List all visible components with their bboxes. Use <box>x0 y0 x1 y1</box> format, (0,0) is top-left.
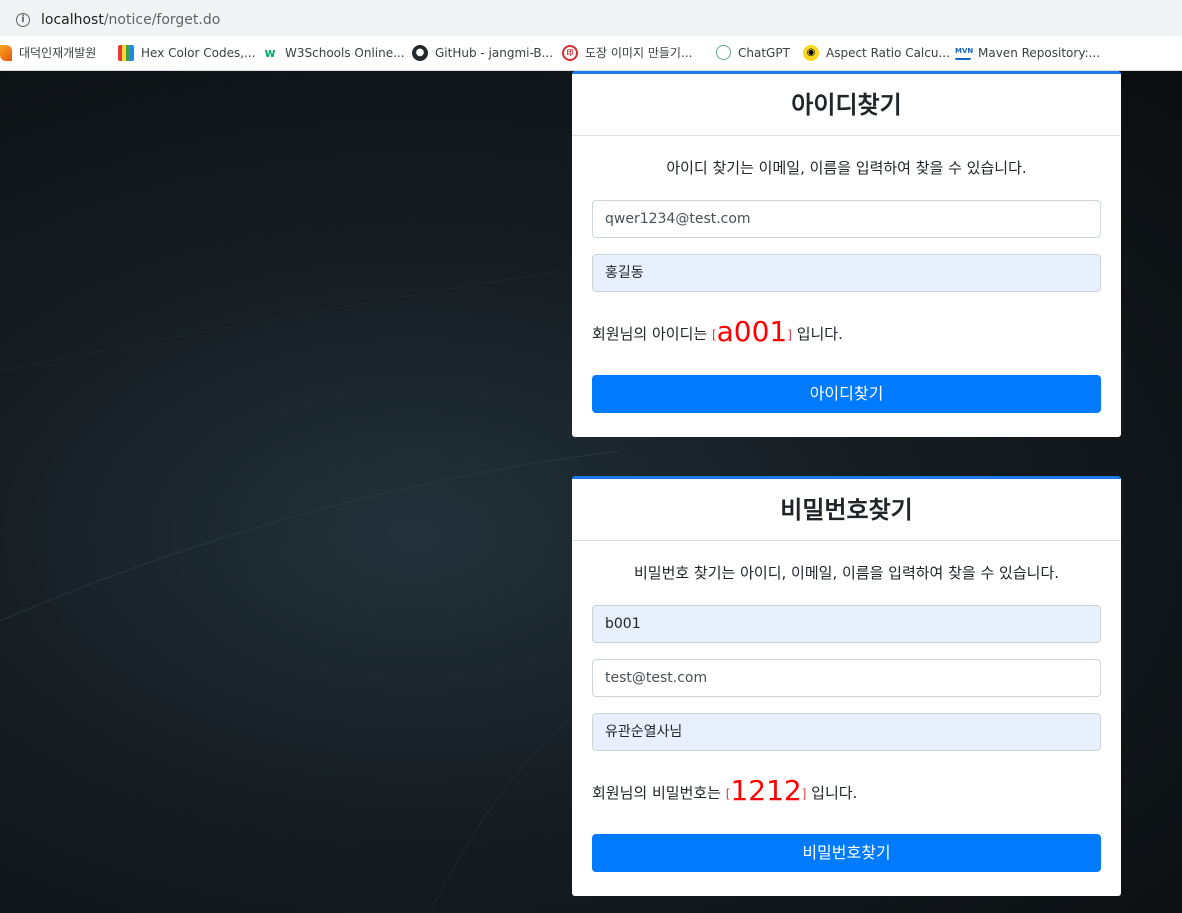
description-text: 비밀번호 찾기는 아이디, 이메일, 이름을 입력하여 찾을 수 있습니다. <box>633 564 1060 582</box>
page-title: 아이디찾기 <box>791 91 902 119</box>
card-body: 비밀번호 찾기는 아이디, 이메일, 이름을 입력하여 찾을 수 있습니다. b… <box>572 563 1121 872</box>
name-field[interactable]: 유관순열사님 <box>592 713 1101 751</box>
github-icon: ● <box>412 45 428 61</box>
url-text[interactable]: localhost/notice/forget.do <box>41 12 220 28</box>
card-body: 아이디 찾기는 이메일, 이름을 입력하여 찾을 수 있습니다. qwer123… <box>572 158 1121 413</box>
w3schools-icon: w <box>264 46 276 60</box>
aspect-ratio-icon: ◉ <box>803 45 819 61</box>
found-password-value: 1212 <box>730 774 802 807</box>
id-field[interactable]: b001 <box>592 605 1101 643</box>
address-bar: i localhost/notice/forget.do <box>0 0 1182 36</box>
email-field[interactable]: test@test.com <box>592 659 1101 697</box>
bookmarks-bar: 대덕인재개발원 Hex Color Codes,... w W3Schools O… <box>0 36 1182 71</box>
find-password-card: 비밀번호찾기 비밀번호 찾기는 아이디, 이메일, 이름을 입력하여 찾을 수 … <box>572 476 1121 896</box>
email-field[interactable]: qwer1234@test.com <box>592 200 1101 238</box>
bookmark-item[interactable]: 印 도장 이미지 만들기... <box>562 45 692 61</box>
bookmark-item[interactable]: 대덕인재개발원 <box>0 45 96 61</box>
info-icon[interactable]: i <box>16 13 30 27</box>
bookmark-item[interactable]: ● GitHub - jangmi-B... <box>412 45 553 61</box>
find-id-card: 아이디찾기 아이디 찾기는 이메일, 이름을 입력하여 찾을 수 있습니다. q… <box>572 71 1121 437</box>
paintbrush-icon <box>0 45 12 61</box>
bookmark-item[interactable]: w W3Schools Online... <box>262 45 404 61</box>
page-background: 아이디찾기 아이디 찾기는 이메일, 이름을 입력하여 찾을 수 있습니다. q… <box>0 71 1182 913</box>
find-password-button[interactable]: 비밀번호찾기 <box>592 834 1101 872</box>
bookmark-item[interactable]: MVN Maven Repository:... <box>955 45 1100 61</box>
card-header: 아이디찾기 <box>572 74 1121 136</box>
name-field[interactable]: 홍길동 <box>592 254 1101 292</box>
found-id-value: a001 <box>716 315 788 348</box>
color-book-icon <box>118 45 134 61</box>
find-id-button[interactable]: 아이디찾기 <box>592 375 1101 413</box>
url-field[interactable]: i localhost/notice/forget.do <box>4 3 1182 33</box>
page-title: 비밀번호찾기 <box>780 496 913 524</box>
stamp-icon: 印 <box>562 45 578 61</box>
description-text: 아이디 찾기는 이메일, 이름을 입력하여 찾을 수 있습니다. <box>666 159 1027 177</box>
bookmark-item[interactable]: ◉ Aspect Ratio Calcu... <box>803 45 950 61</box>
bookmark-item[interactable]: ChatGPT <box>716 45 790 61</box>
result-message: 회원님의 비밀번호는 [1212] 입니다. <box>592 774 858 807</box>
maven-icon: MVN <box>955 45 973 60</box>
chatgpt-icon <box>716 45 731 60</box>
result-message: 회원님의 아이디는 [a001] 입니다. <box>592 315 843 348</box>
card-header: 비밀번호찾기 <box>572 479 1121 541</box>
bookmark-item[interactable]: Hex Color Codes,... <box>118 45 256 61</box>
